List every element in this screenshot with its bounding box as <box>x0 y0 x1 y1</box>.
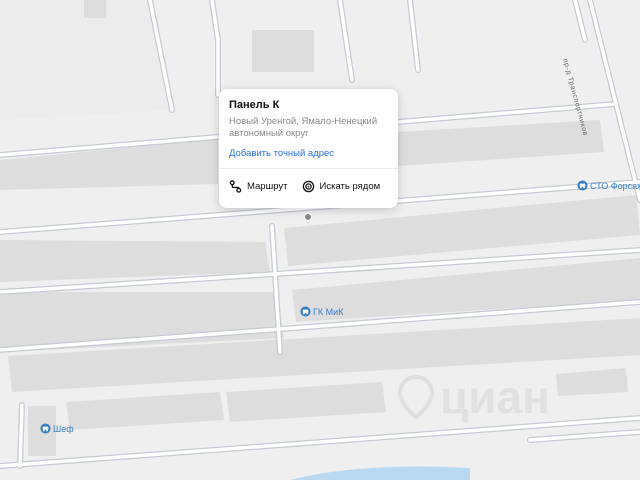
poi-gk-mik[interactable]: ГК МиК <box>300 306 343 317</box>
watermark-text: циан <box>440 371 550 423</box>
building <box>252 30 314 72</box>
search-nearby-label: Искать рядом <box>319 180 381 192</box>
poi-label: Шеф <box>53 423 74 434</box>
popup-actions: Маршрут Искать рядом <box>229 169 388 203</box>
route-label: Маршрут <box>247 180 288 192</box>
search-nearby-button[interactable]: Искать рядом <box>302 180 381 193</box>
building <box>84 0 106 18</box>
poi-label: ГК МиК <box>313 306 344 317</box>
car-service-icon <box>300 306 311 317</box>
poi-shef[interactable]: Шеф <box>40 423 74 434</box>
poi-label: СТО Форсаж <box>590 180 640 191</box>
car-service-icon <box>40 423 51 434</box>
add-exact-address-link[interactable]: Добавить точный адрес <box>229 148 388 159</box>
place-title: Панель К <box>229 99 280 111</box>
car-service-icon <box>577 180 588 191</box>
map-pin-logo <box>397 375 435 419</box>
route-icon <box>229 179 242 193</box>
search-nearby-icon <box>302 180 314 192</box>
watermark: циан <box>396 370 550 424</box>
route-button[interactable]: Маршрут <box>229 179 288 193</box>
place-address: Новый Уренгой, Ямало-Ненецкий автономный… <box>229 116 378 139</box>
location-pin[interactable] <box>304 213 312 221</box>
poi-sto-forsazh[interactable]: СТО Форсаж <box>577 180 640 191</box>
place-popup: Панель К Новый Уренгой, Ямало-Ненецкий а… <box>219 89 398 208</box>
